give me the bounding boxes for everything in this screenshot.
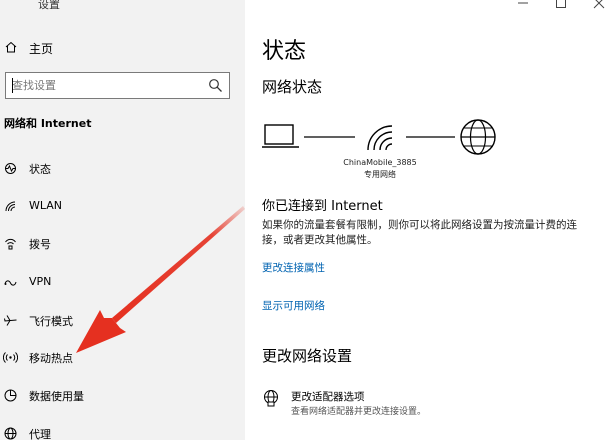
sidebar-item-hotspot[interactable]: 移动热点 [0,345,245,371]
home-icon [5,41,17,53]
maximize-icon [556,0,566,8]
hotspot-icon [3,352,18,363]
sidebar-item-dialup[interactable]: 拨号 [0,231,245,257]
sidebar-item-home[interactable]: 主页 [0,37,245,59]
sidebar-item-data-usage[interactable]: 数据使用量 [0,383,245,409]
text-cursor [12,78,13,93]
dialup-icon [5,238,16,250]
laptop-icon [262,124,299,148]
wifi-icon [367,125,393,151]
globe-icon [460,119,496,155]
page-title: 状态 [262,39,307,64]
change-connection-properties-link[interactable]: 更改连接属性 [262,260,325,275]
sidebar-item-proxy[interactable]: 代理 [0,421,245,440]
wifi-icon [5,201,16,212]
window-title: 设置 [38,0,60,11]
sidebar-section-title: 网络和 Internet [4,117,92,130]
window-controls [505,0,615,9]
sidebar-item-label: 拨号 [29,238,51,251]
sidebar-item-label: 代理 [29,428,51,440]
adapter-globe-icon [264,390,278,407]
network-status-heading: 网络状态 [262,78,323,96]
data-usage-icon [4,389,17,402]
search-input[interactable] [12,77,192,94]
connection-status-description: 如果你的流量套餐有限制，则你可以将此网络设置为按流量计费的连接，或者更改其他属性… [262,219,577,246]
search-box[interactable] [5,72,230,99]
sidebar-item-label: 状态 [29,163,51,176]
sidebar-item-wlan[interactable]: WLAN [0,194,245,220]
sidebar-item-label: 飞行模式 [29,315,73,328]
minimize-icon [518,2,528,4]
sidebar-item-label: 移动热点 [29,352,73,365]
sidebar: 设置 主页 网络和 Internet 状态 WLAN [0,0,245,440]
close-button[interactable] [593,0,605,9]
search-icon[interactable] [208,78,223,93]
network-type: 专用网络 [364,170,396,179]
airplane-icon [4,315,17,326]
connection-status-title: 你已连接到 Internet [262,199,383,214]
network-name: ChinaMobile_3885 [343,158,417,167]
change-network-settings-heading: 更改网络设置 [262,347,353,365]
sidebar-item-vpn[interactable]: VPN [0,270,245,296]
maximize-button[interactable] [555,0,567,8]
sidebar-item-label: 主页 [29,42,54,56]
change-adapter-options-link[interactable]: 更改适配器选项 [291,389,365,404]
globe-icon [4,427,17,440]
vpn-icon [4,280,17,286]
show-available-networks-link[interactable]: 显示可用网络 [262,298,325,313]
change-adapter-options-description: 查看网络适配器并更改连接设置。 [291,407,427,417]
sidebar-item-airplane[interactable]: 飞行模式 [0,308,245,334]
close-icon [593,0,605,9]
status-icon [5,163,16,174]
sidebar-item-label: 数据使用量 [29,390,84,403]
minimize-button[interactable] [517,0,529,6]
sidebar-item-label: WLAN [29,199,63,212]
sidebar-item-label: VPN [29,275,52,288]
sidebar-item-status[interactable]: 状态 [0,156,245,182]
